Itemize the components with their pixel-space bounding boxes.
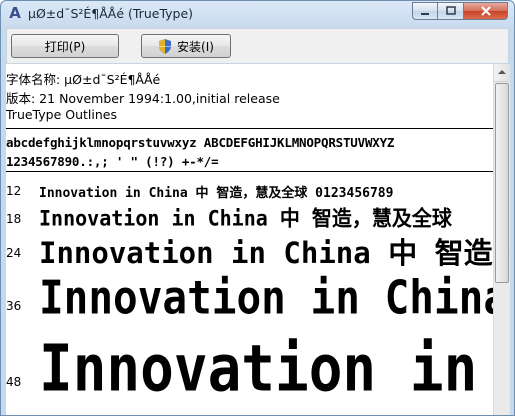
sample-text: Innovation in China [39, 271, 493, 325]
install-button-label: 安装(I) [177, 39, 214, 54]
font-outline-line: TrueType Outlines [6, 107, 117, 122]
maximize-button[interactable] [438, 2, 464, 20]
font-name-line: 字体名称: µØ±d¯S²É¶ÅÅé [6, 72, 161, 87]
sample-size-label: 24 [6, 246, 22, 260]
sample-size-label: 48 [6, 375, 22, 389]
close-icon [480, 6, 491, 16]
divider [6, 171, 493, 172]
font-app-icon: A [9, 4, 21, 22]
charset-letters: abcdefghijklmnopqrstuvwxyz ABCDEFGHIJKLM… [6, 135, 395, 150]
scroll-up-button[interactable] [494, 64, 510, 82]
sample-size-label: 12 [6, 184, 22, 198]
minimize-button[interactable] [412, 2, 438, 20]
close-button[interactable] [464, 2, 508, 20]
maximize-icon [445, 6, 456, 15]
print-button-label: 打印(P) [44, 39, 86, 54]
toolbar: 打印(P) 安装(I) [6, 28, 509, 64]
sample-size-label: 36 [6, 299, 22, 313]
install-button[interactable]: 安装(I) [141, 34, 231, 58]
sample-size-label: 18 [6, 212, 22, 226]
sample-text: Innovation in China 中 智造，慧及全球 0123456789 [39, 186, 394, 201]
font-version-line: 版本: 21 November 1994:1.00,initial releas… [6, 91, 280, 106]
sample-text: Innovation in China 中 智造，慧及全球 [39, 205, 452, 231]
charset-symbols: 1234567890.:,; ' " (!?) +-*/= [6, 154, 219, 169]
uac-shield-icon [159, 38, 172, 54]
print-button[interactable]: 打印(P) [11, 34, 119, 58]
minimize-icon [421, 13, 429, 15]
font-viewer-window: A µØ±d¯S²É¶ÅÅé (TrueType) 打印(P) 安装(I) 字体… [0, 0, 515, 416]
vertical-scrollbar[interactable] [493, 64, 510, 415]
sample-text: Innovation in C [39, 332, 493, 407]
font-preview-area: 字体名称: µØ±d¯S²É¶ÅÅé 版本: 21 November 1994:… [6, 64, 493, 415]
title-bar[interactable]: A µØ±d¯S²É¶ÅÅé (TrueType) [1, 1, 514, 27]
arrow-up-icon [498, 70, 506, 74]
scrollbar-thumb[interactable] [495, 83, 509, 283]
window-title: µØ±d¯S²É¶ÅÅé (TrueType) [28, 6, 194, 21]
caption-buttons [412, 2, 508, 20]
divider [6, 128, 493, 129]
sample-text: Innovation in China 中 智造 [39, 236, 493, 270]
